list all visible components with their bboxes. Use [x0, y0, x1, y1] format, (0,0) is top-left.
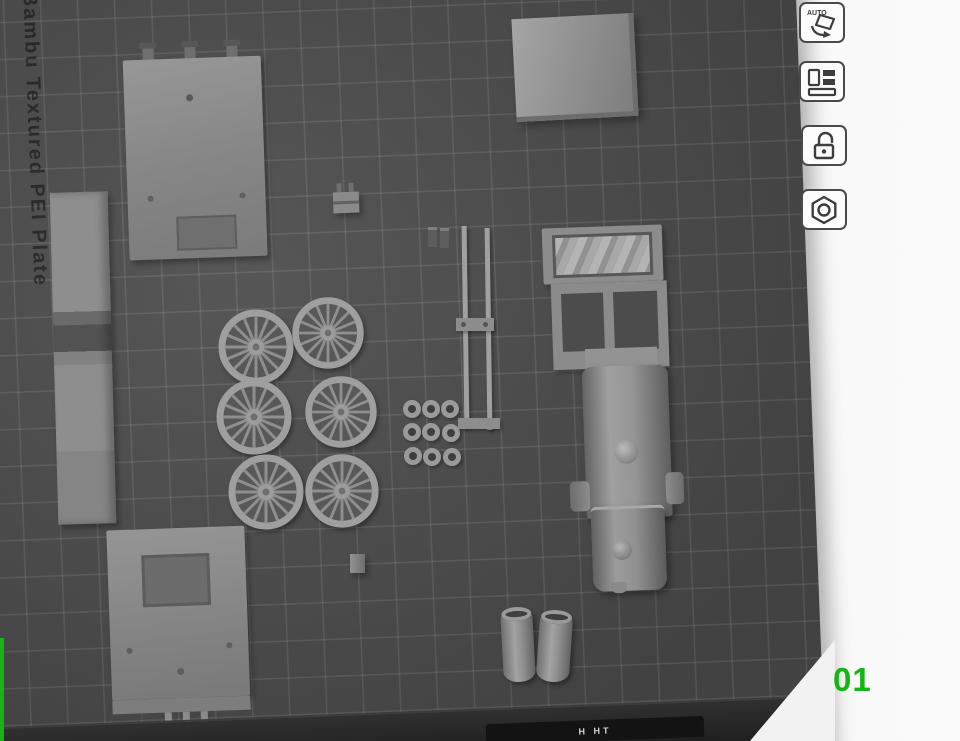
model-wheel-3[interactable] [212, 375, 296, 459]
selected-plate-edge [0, 638, 4, 741]
model-small-block[interactable] [350, 554, 365, 573]
model-ring[interactable] [404, 447, 422, 465]
model-wheel-6[interactable] [301, 450, 383, 532]
model-coupling-rods[interactable] [428, 224, 508, 439]
model-cylinder-2[interactable] [536, 610, 574, 683]
model-side-frame[interactable] [50, 191, 117, 524]
model-ring[interactable] [403, 423, 421, 441]
model-wheel-4[interactable] [301, 372, 381, 452]
plate-number[interactable]: 01 [833, 661, 872, 699]
model-boiler-and-cab[interactable] [539, 220, 700, 597]
arrange-icon [806, 66, 838, 98]
model-roof-panel[interactable] [511, 13, 638, 122]
model-mounting-bracket[interactable] [332, 183, 359, 216]
model-ring[interactable] [443, 448, 461, 466]
model-wheel-5[interactable] [224, 450, 308, 534]
lock-button[interactable] [801, 125, 847, 166]
arrange-button[interactable] [799, 61, 845, 102]
nut-button[interactable] [801, 189, 847, 230]
auto-orient-button[interactable]: AUTO [799, 2, 845, 43]
plate-label: Bambu Textured PEI Plate [17, 0, 51, 287]
slicer-plate-view: Bambu Textured PEI Plate [0, 0, 960, 741]
model-chassis-frame-bottom[interactable] [106, 526, 255, 741]
nut-icon [808, 194, 840, 226]
model-wheel-2[interactable] [288, 293, 368, 373]
auto-orient-icon: AUTO [805, 6, 839, 40]
lock-open-icon [808, 130, 840, 162]
model-cylinder-1[interactable] [500, 607, 536, 683]
model-ring[interactable] [403, 400, 421, 418]
model-chassis-frame-top[interactable] [122, 42, 272, 265]
model-ring[interactable] [423, 448, 441, 466]
